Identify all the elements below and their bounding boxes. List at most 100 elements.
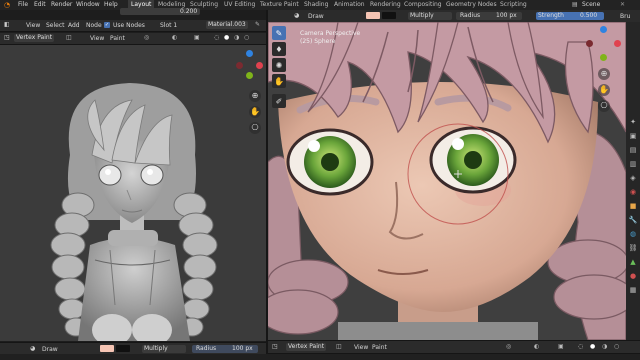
shading-rendered-icon[interactable]: ○ [614, 343, 619, 350]
brush-settings-label[interactable]: Bru [620, 13, 630, 20]
menu-node[interactable]: Node [86, 22, 102, 29]
tab-rendering[interactable]: Rendering [370, 1, 401, 8]
zoom-icon[interactable]: ⊕ [249, 90, 261, 102]
secondary-color-swatch[interactable] [116, 345, 130, 352]
data-tab-icon[interactable]: ▲ [628, 258, 638, 268]
shading-solid-icon[interactable]: ● [224, 34, 229, 41]
gizmo-y-axis[interactable] [600, 54, 607, 61]
shading-wire-icon[interactable]: ◌ [214, 34, 219, 41]
viewport-icon[interactable]: ◳ [272, 343, 278, 350]
view-object-icon[interactable]: ◎ [144, 34, 149, 41]
draw-tool-button[interactable]: ✎ [272, 26, 286, 40]
annotate-tool-button[interactable]: ✐ [272, 94, 286, 108]
right-viewport[interactable]: Camera Perspective (25) Sphere ✎ ♦ ✺ ✋ ✐… [268, 22, 626, 340]
tool-tab-icon[interactable]: ✦ [628, 118, 638, 128]
world-tab-icon[interactable]: ◉ [628, 188, 638, 198]
left-navigation-gizmo[interactable] [236, 50, 264, 84]
radius-field[interactable]: Radius 100 px [456, 12, 522, 20]
smear-tool-button[interactable]: ✋ [272, 74, 286, 88]
tab-scripting[interactable]: Scripting [500, 1, 527, 8]
output-tab-icon[interactable]: ▤ [628, 146, 638, 156]
xray-icon[interactable]: ▣ [558, 343, 564, 350]
modifier-tab-icon[interactable]: 🔧 [628, 216, 638, 226]
tab-animation[interactable]: Animation [334, 1, 365, 8]
secondary-color-swatch[interactable] [382, 12, 396, 19]
menu-window[interactable]: Window [76, 1, 100, 8]
view-object-icon[interactable]: ◎ [506, 343, 511, 350]
texture-tab-icon[interactable]: ▦ [628, 286, 638, 296]
strength-field[interactable]: Strength 0.500 [536, 12, 604, 20]
gizmo-x-axis[interactable] [256, 62, 263, 69]
constraints-tab-icon[interactable]: ⛓ [628, 244, 638, 254]
paint-mask-icon[interactable]: ◫ [336, 343, 342, 350]
navigation-gizmo[interactable] [586, 26, 622, 62]
menu-paint[interactable]: Paint [110, 35, 125, 42]
zoom-icon[interactable]: ⊕ [598, 68, 610, 80]
camera-icon[interactable]: ⎔ [598, 100, 610, 112]
tab-geometry-nodes[interactable]: Geometry Nodes [446, 1, 497, 8]
shading-material-icon[interactable]: ◑ [602, 343, 607, 350]
left-viewport[interactable] [0, 45, 266, 341]
shading-rendered-icon[interactable]: ○ [244, 34, 249, 41]
menu-edit[interactable]: Edit [34, 1, 46, 8]
pan-hand-icon[interactable]: ✋ [598, 84, 610, 96]
tab-compositing[interactable]: Compositing [404, 1, 442, 8]
physics-tab-icon[interactable]: ◍ [628, 230, 638, 240]
shading-material-icon[interactable]: ◑ [234, 34, 239, 41]
use-nodes-checkbox[interactable]: ✓ [104, 22, 110, 28]
tool-name[interactable]: Draw [42, 346, 58, 353]
mode-selector[interactable]: Vertex Paint [14, 34, 55, 42]
tab-uv-editing[interactable]: UV Editing [224, 1, 255, 8]
xray-icon[interactable]: ▣ [194, 34, 200, 41]
camera-icon[interactable]: ⎔ [249, 122, 261, 134]
gizmo-x-axis[interactable] [614, 40, 621, 47]
brush-icon[interactable]: ◕ [294, 12, 299, 19]
menu-add[interactable]: Add [68, 22, 80, 29]
object-tab-icon[interactable]: ■ [628, 202, 638, 212]
menu-file[interactable]: File [18, 1, 28, 8]
brush-color-swatch[interactable] [366, 12, 380, 19]
scene-selector[interactable]: Scene [582, 1, 600, 8]
material-tab-icon[interactable]: ● [628, 272, 638, 282]
tab-modeling[interactable]: Modeling [158, 1, 185, 8]
mode-selector[interactable]: Vertex Paint [286, 343, 327, 351]
blend-mode-selector[interactable]: Multiply [408, 12, 452, 20]
gizmo-z-axis[interactable] [600, 26, 607, 33]
slot-selector[interactable]: Slot 1 [160, 22, 177, 29]
menu-help[interactable]: Help [104, 1, 118, 8]
close-icon[interactable]: ✕ [620, 1, 625, 8]
menu-render[interactable]: Render [51, 1, 72, 8]
paint-mask-icon[interactable]: ◫ [66, 34, 72, 41]
menu-view[interactable]: View [354, 344, 368, 351]
pin-icon[interactable]: ✎ [255, 21, 260, 28]
brush-icon[interactable]: ◕ [30, 345, 35, 352]
scene-tab-icon[interactable]: ◈ [628, 174, 638, 184]
blur-tool-button[interactable]: ♦ [272, 42, 286, 56]
gizmo-z-axis[interactable] [246, 50, 253, 57]
blender-logo-icon[interactable]: ◔ [4, 1, 12, 9]
shading-solid-icon[interactable]: ● [590, 343, 595, 350]
shading-wire-icon[interactable]: ◌ [578, 343, 583, 350]
overlay-icon[interactable]: ◐ [172, 34, 177, 41]
view-layer-tab-icon[interactable]: ▥ [628, 160, 638, 170]
editor-type-icon[interactable]: ◧ [4, 21, 10, 28]
gizmo-neg-x-axis[interactable] [586, 40, 593, 47]
render-tab-icon[interactable]: ▣ [628, 132, 638, 142]
menu-paint[interactable]: Paint [372, 344, 387, 351]
gizmo-neg-x-axis[interactable] [236, 62, 243, 69]
material-selector[interactable]: Material.003 [206, 21, 248, 29]
gizmo-y-axis[interactable] [246, 72, 253, 79]
brush-color-swatch[interactable] [100, 345, 114, 352]
overlay-icon[interactable]: ◐ [534, 343, 539, 350]
menu-view[interactable]: View [90, 35, 104, 42]
average-tool-button[interactable]: ✺ [272, 58, 286, 72]
tab-sculpting[interactable]: Sculpting [190, 1, 218, 8]
menu-select[interactable]: Select [46, 22, 65, 29]
tab-shading[interactable]: Shading [304, 1, 328, 8]
viewport-icon[interactable]: ◳ [4, 34, 10, 41]
menu-view[interactable]: View [26, 22, 40, 29]
tab-texture-paint[interactable]: Texture Paint [260, 1, 299, 8]
blend-mode-selector[interactable]: Multiply [142, 345, 186, 353]
tool-name[interactable]: Draw [308, 13, 324, 20]
pan-hand-icon[interactable]: ✋ [249, 106, 261, 118]
